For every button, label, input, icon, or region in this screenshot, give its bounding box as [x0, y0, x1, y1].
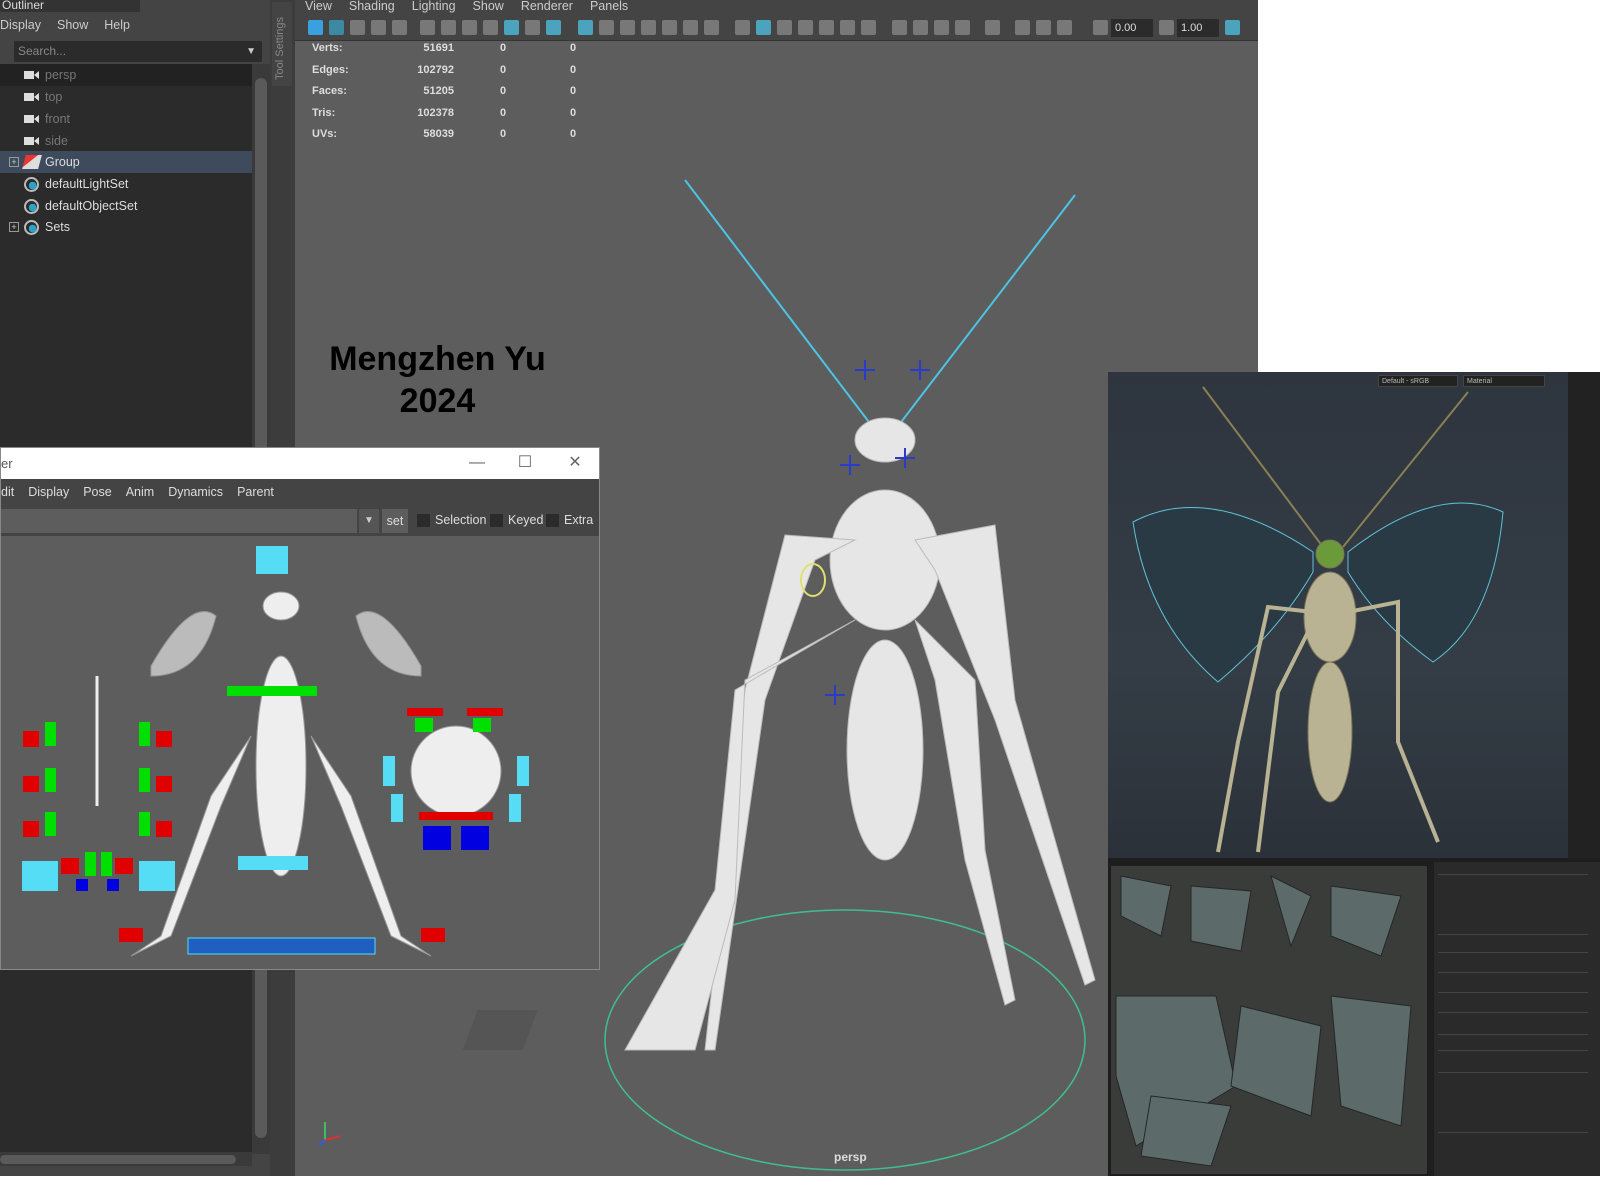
item-label: defaultLightSet: [45, 177, 129, 191]
maximize-icon[interactable]: ☐: [513, 452, 537, 474]
outliner-item-persp[interactable]: persp: [0, 64, 252, 86]
item-label: top: [45, 90, 63, 104]
antenna-right: [894, 194, 1076, 431]
tool-settings-label: Tool Settings: [274, 17, 286, 80]
camera-icon: [24, 90, 40, 104]
camera-label: persp: [834, 1150, 867, 1164]
menu-display[interactable]: Display: [0, 14, 41, 36]
textured-mosquito-render: [1132, 386, 1504, 853]
outliner-item-defaultlightset[interactable]: defaultLightSet: [0, 173, 252, 195]
scrollbar-thumb[interactable]: [0, 1155, 236, 1164]
chevron-down-icon[interactable]: ▼: [359, 509, 379, 533]
uv-texture-map[interactable]: [1111, 866, 1427, 1174]
outliner-item-front[interactable]: front: [0, 108, 252, 130]
picker-toolbar: ▼ set Selection Keyed Extra: [1, 506, 599, 536]
item-label: defaultObjectSet: [45, 199, 138, 213]
search-placeholder: Search...: [18, 44, 67, 58]
keyed-checkbox[interactable]: [490, 514, 503, 527]
set-button[interactable]: set: [382, 509, 408, 533]
outliner-item-side[interactable]: side: [0, 130, 252, 152]
picker-menu: dit Display Pose Anim Dynamics Parent: [1, 479, 599, 506]
outliner-search-input[interactable]: Search... ▼: [14, 41, 262, 62]
set-icon: [24, 220, 39, 235]
menu-anim[interactable]: Anim: [126, 479, 154, 506]
menu-show[interactable]: Show: [57, 14, 88, 36]
camera-icon: [24, 134, 40, 148]
item-label: front: [45, 112, 71, 126]
extra-checkbox[interactable]: [546, 514, 559, 527]
menu-display[interactable]: Display: [28, 479, 69, 506]
checkbox-label: Keyed: [508, 513, 544, 527]
menu-parent[interactable]: Parent: [237, 479, 274, 506]
uv-islands: [1115, 875, 1412, 1167]
window-title: er: [1, 456, 13, 471]
chevron-down-icon[interactable]: ▼: [246, 41, 256, 62]
grid-patch: [462, 1010, 538, 1050]
outliner-menu: Display Show Help: [0, 14, 130, 36]
author-credit: Mengzhen Yu 2024: [300, 338, 575, 422]
antenna-left: [684, 179, 876, 431]
camera-icon: [24, 68, 40, 82]
picker-window: er — ☐ ✕ dit Display Pose Anim Dynamics …: [0, 447, 600, 970]
outliner-title: Outliner: [0, 0, 140, 12]
item-label: Group: [45, 155, 80, 169]
close-icon[interactable]: ✕: [563, 452, 587, 474]
group-icon: [22, 155, 42, 169]
item-label: Sets: [45, 220, 71, 234]
credit-year: 2024: [399, 382, 476, 420]
expand-icon[interactable]: +: [9, 157, 19, 167]
picker-titlebar[interactable]: er — ☐ ✕: [1, 448, 599, 479]
root-control[interactable]: [187, 937, 376, 955]
menu-help[interactable]: Help: [104, 14, 130, 36]
layers-panel[interactable]: [1434, 862, 1600, 1176]
outliner-item-top[interactable]: top: [0, 86, 252, 108]
selection-checkbox[interactable]: [417, 514, 430, 527]
substance-texture-panel: [1108, 858, 1600, 1176]
author-name: Mengzhen Yu: [329, 340, 546, 378]
menu-edit[interactable]: dit: [1, 479, 14, 506]
item-label: side: [45, 134, 68, 148]
checkbox-label: Extra: [564, 513, 594, 527]
outliner-item-group[interactable]: + Group: [0, 151, 252, 173]
set-icon: [24, 199, 39, 214]
menu-pose[interactable]: Pose: [83, 479, 112, 506]
camera-icon: [24, 112, 40, 126]
substance-render-view[interactable]: Default - sRGB Material: [1108, 372, 1568, 858]
outliner-item-defaultobjectset[interactable]: defaultObjectSet: [0, 195, 252, 217]
item-label: persp: [45, 68, 77, 82]
set-icon: [24, 177, 39, 192]
outliner-item-sets[interactable]: + Sets: [0, 216, 252, 238]
head-control[interactable]: [256, 546, 288, 574]
menu-dynamics[interactable]: Dynamics: [168, 479, 223, 506]
outliner-horizontal-scrollbar[interactable]: [0, 1152, 252, 1166]
character-set-field[interactable]: [1, 509, 357, 533]
picker-canvas[interactable]: [1, 536, 599, 970]
render-side-panel: [1568, 372, 1600, 858]
body-pelvis-control[interactable]: [238, 856, 308, 870]
checkbox-label: Selection: [435, 513, 487, 527]
minimize-icon[interactable]: —: [465, 452, 489, 474]
expand-icon[interactable]: +: [9, 222, 19, 232]
body-control[interactable]: [227, 686, 317, 696]
